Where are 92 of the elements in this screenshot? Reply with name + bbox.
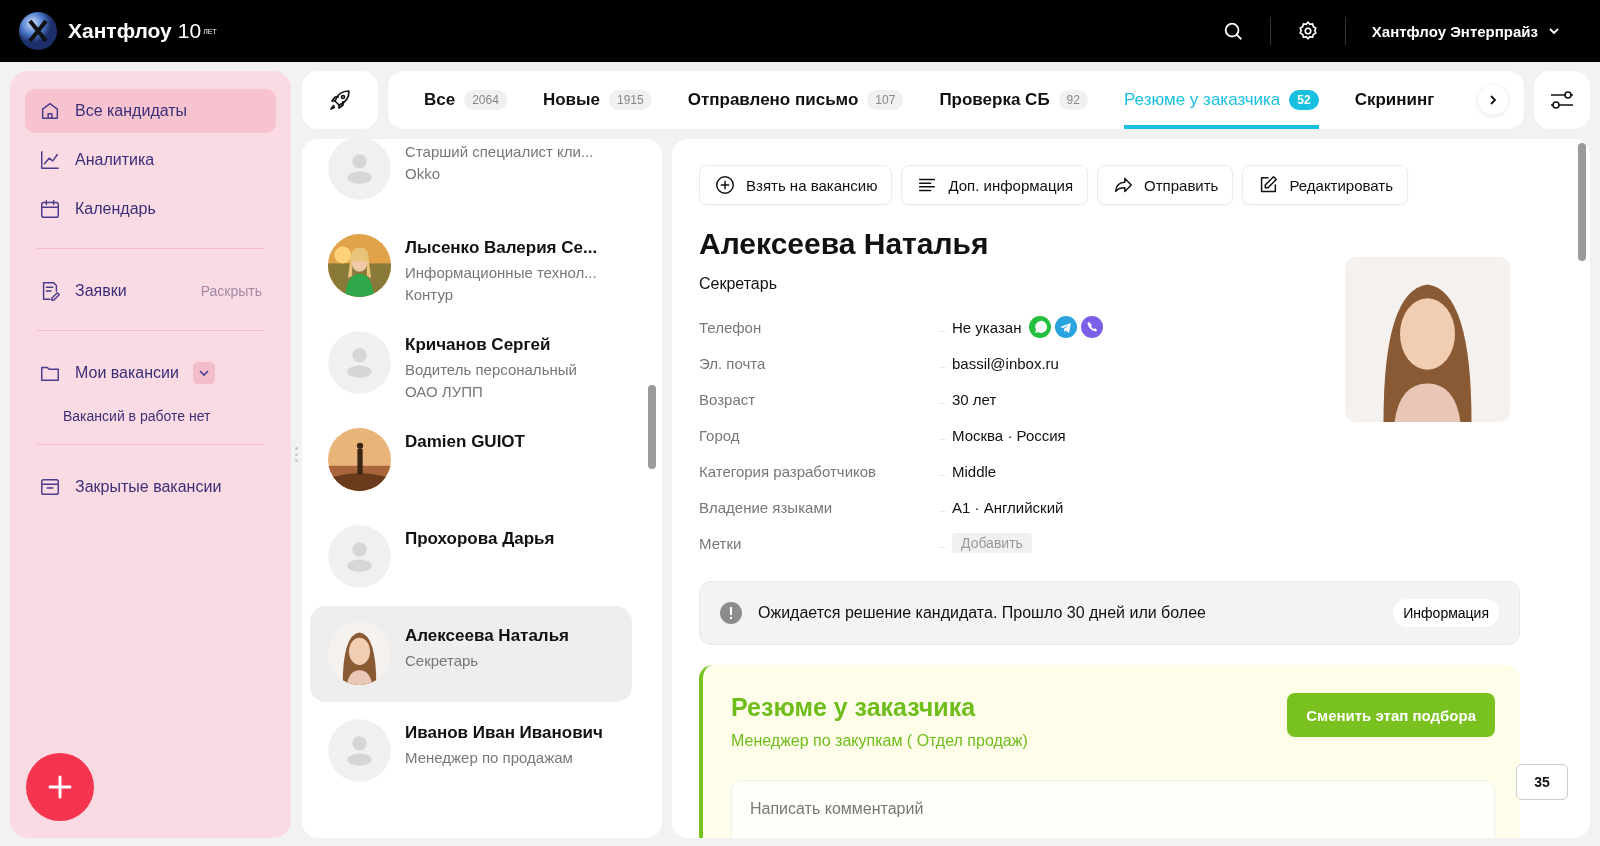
- telegram-icon[interactable]: [1055, 316, 1078, 338]
- tab[interactable]: Новые 1915: [542, 71, 652, 129]
- candidate-item[interactable]: Иванов Иван Иванович Менеджер по продажам: [310, 703, 632, 799]
- action-button[interactable]: Взять на вакансию: [699, 165, 893, 205]
- candidate-detail: Okko: [405, 164, 441, 184]
- calendar-icon: [39, 198, 61, 220]
- alert-icon: [720, 602, 742, 624]
- candidate-name-heading: Алексеева Наталья: [699, 227, 990, 261]
- candidate-name: Кричанов Сергей: [405, 335, 552, 355]
- plus-circle-icon: [714, 174, 736, 196]
- field-value: Не указан: [952, 318, 1022, 336]
- whatsapp-icon[interactable]: [1029, 316, 1052, 338]
- field-label: Категория разработчиков: [699, 462, 878, 480]
- chevron-right-icon: [1488, 94, 1498, 106]
- count-badge: 92: [1058, 90, 1088, 110]
- avatar-placeholder-icon: [328, 331, 391, 394]
- action-button[interactable]: Редактировать: [1242, 165, 1409, 205]
- archive-icon: [39, 476, 61, 498]
- candidate-detail: Водитель персональный: [405, 360, 577, 380]
- avatar-placeholder-icon: [328, 525, 391, 588]
- count-badge: 2064: [464, 90, 507, 110]
- candidate-name: Лысенко Валерия Се...: [405, 238, 598, 258]
- field-label: Владение языками: [699, 498, 834, 516]
- candidate-item[interactable]: Лысенко Валерия Се... Информационные технол... Контур: [310, 218, 632, 314]
- field-label: Телефон: [699, 318, 763, 336]
- anniversary-mark: 10: [177, 19, 202, 43]
- sidebar-item[interactable]: Заявки Раскрыть: [25, 269, 276, 313]
- scrollbar[interactable]: [1578, 143, 1586, 261]
- logo-icon: [18, 11, 58, 51]
- candidate-item[interactable]: Алексеева Наталья Секретарь: [310, 606, 632, 702]
- candidate-item[interactable]: Кричанов Сергей Водитель персональный ОАО ЛУПП: [310, 315, 632, 411]
- candidate-position: Секретарь: [699, 275, 778, 293]
- empty-vacancies-note: Вакансий в работе нет: [62, 407, 212, 426]
- brand-name: Хантфлоу: [68, 19, 172, 43]
- tab[interactable]: Скрининг: [1354, 71, 1435, 129]
- candidate-item[interactable]: Прохорова Дарья: [310, 509, 632, 605]
- stage-title: Резюме у заказчика: [731, 693, 977, 722]
- sidebar-item[interactable]: Все кандидаты: [25, 89, 276, 133]
- candidate-name: Иванов Иван Иванович: [405, 723, 603, 743]
- candidate-detail: Секретарь: [405, 651, 480, 671]
- settings-icon[interactable]: [1296, 20, 1319, 42]
- field-label: Город: [699, 426, 741, 444]
- comment-field[interactable]: Написать комментарий: [731, 780, 1495, 838]
- action-button[interactable]: Доп. информация: [901, 165, 1089, 205]
- comment-count-badge[interactable]: 35: [1516, 764, 1568, 800]
- scrollbar[interactable]: [648, 385, 656, 469]
- field-label: Эл. почта: [699, 354, 767, 372]
- field-value: 30 лет: [952, 390, 997, 408]
- candidate-item[interactable]: Damien GUIOT: [310, 412, 632, 508]
- candidate-detail: Контур: [405, 285, 455, 305]
- sidebar-item[interactable]: Календарь: [25, 187, 276, 231]
- avatar-placeholder-icon: [328, 139, 391, 200]
- candidate-detail: ОАО ЛУПП: [405, 382, 484, 402]
- avatar-placeholder-icon: [328, 719, 391, 782]
- account-menu[interactable]: Хантфлоу Энтерпрайз: [1371, 22, 1560, 40]
- field-label: Возраст: [699, 390, 757, 408]
- viber-icon[interactable]: [1081, 316, 1104, 338]
- count-badge: 52: [1289, 90, 1319, 110]
- notice-text: Ожидается решение кандидата. Прошло 30 дней или более: [758, 604, 1207, 622]
- tab[interactable]: Проверка СБ 92: [939, 71, 1088, 129]
- rocket-icon: [328, 88, 352, 112]
- next-tabs-button[interactable]: [1478, 85, 1508, 115]
- stage-vacancy: Менеджер по закупкам ( Отдел продаж): [731, 732, 1028, 750]
- field-label: Метки: [699, 534, 743, 552]
- candidate-name: Прохорова Дарья: [405, 529, 555, 549]
- candidate-item[interactable]: Старший специалист кли... Okko: [310, 139, 632, 217]
- sidebar-item[interactable]: Мои вакансии: [25, 351, 276, 395]
- field-value: A1 · Английский: [952, 498, 1064, 516]
- tab[interactable]: Все 2064: [424, 71, 507, 129]
- field-value: bassil@inbox.ru: [952, 354, 1059, 372]
- plus-icon: [47, 774, 73, 800]
- filter-icon: [1549, 89, 1575, 111]
- chevron-down-icon[interactable]: [192, 362, 215, 384]
- info-button[interactable]: Информация: [1393, 599, 1499, 627]
- candidate-name: Алексеева Наталья: [405, 626, 570, 646]
- tab[interactable]: Отправлено письмо 107: [687, 71, 904, 129]
- candidate-detail: Старший специалист кли...: [405, 142, 594, 162]
- candidate-detail: Информационные технол...: [405, 263, 598, 283]
- chart-icon: [39, 149, 61, 171]
- count-badge: 107: [867, 90, 904, 110]
- field-value: Middle: [952, 462, 997, 480]
- chevron-down-icon: [1548, 25, 1560, 37]
- rocket-button[interactable]: [302, 71, 378, 129]
- action-button[interactable]: Отправить: [1097, 165, 1234, 205]
- sidebar-item[interactable]: Закрытые вакансии: [25, 465, 276, 509]
- field-value: Москва · Россия: [952, 426, 1066, 444]
- candidate-name: Damien GUIOT: [405, 432, 525, 452]
- sidebar-item[interactable]: Аналитика: [25, 138, 276, 182]
- count-badge: 1915: [609, 90, 652, 110]
- candidate-detail: Менеджер по продажам: [405, 748, 574, 768]
- home-icon: [39, 100, 61, 122]
- filter-button[interactable]: [1534, 71, 1590, 129]
